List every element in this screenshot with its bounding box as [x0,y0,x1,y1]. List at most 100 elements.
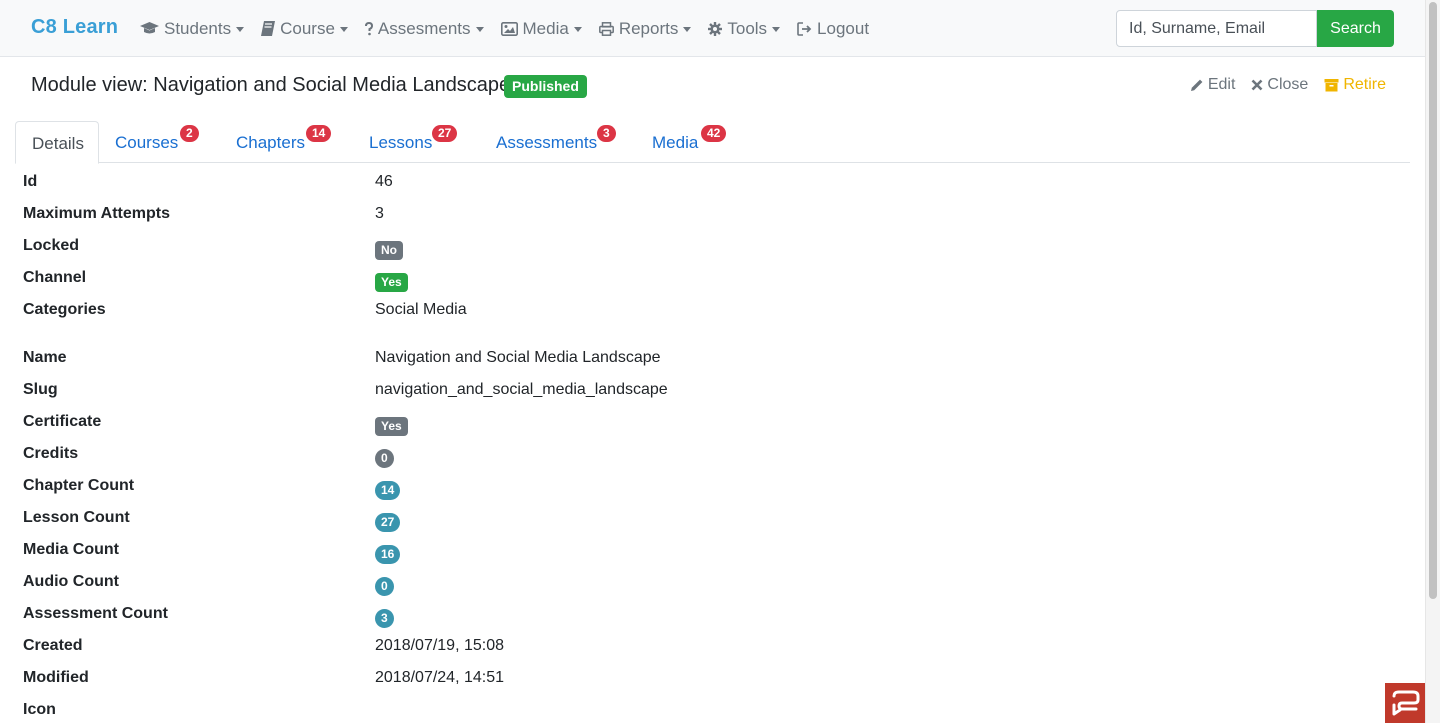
question-icon [364,21,373,35]
tab-label: Lessons [369,133,433,152]
header-actions: Edit Close Retire [1174,76,1386,94]
tab-courses[interactable]: Courses 2 [115,121,205,163]
detail-value: Social Media [375,301,467,318]
page-title: Module view: Navigation and Social Media… [31,74,511,96]
nav-item-logout[interactable]: Logout [797,19,869,39]
detail-row-assessment-count: Assessment Count 3 [23,602,1413,628]
chevron-down-icon [683,27,692,32]
tab-count-badge: 3 [597,125,616,142]
gear-icon [708,21,723,36]
detail-label: Media Count [23,541,119,558]
detail-row-categories: Categories Social Media [23,298,1413,324]
graduation-cap-icon [140,21,159,33]
pencil-icon [1190,79,1203,91]
nav-item-label: Media [522,18,569,38]
audio-count-badge: 0 [375,577,394,596]
help-chat-icon [1392,690,1420,716]
nav-item-tools[interactable]: Tools [708,18,781,39]
brand-logo[interactable]: C8 Learn [31,16,118,39]
tab-assessments[interactable]: Assessments 3 [496,121,621,163]
detail-label: Maximum Attempts [23,205,170,222]
tab-label: Media [652,133,699,152]
detail-row-certificate: Certificate Yes [23,410,1413,436]
nav-menu: Students Course Assesments Media Reports… [140,0,886,57]
detail-label: Slug [23,381,58,398]
retire-label: Retire [1343,76,1386,93]
image-icon [500,21,518,36]
detail-row-name: Name Navigation and Social Media Landsca… [23,346,1413,372]
edit-button[interactable]: Edit [1190,76,1236,94]
chevron-down-icon [772,27,781,32]
detail-row-slug: Slug navigation_and_social_media_landsca… [23,378,1413,404]
detail-row-max-attempts: Maximum Attempts 3 [23,202,1413,228]
assessment-count-badge: 3 [375,609,394,628]
detail-label: Lesson Count [23,509,130,526]
retire-button[interactable]: Retire [1324,76,1386,94]
chapter-count-badge: 14 [375,481,401,500]
detail-label: Credits [23,445,79,462]
detail-label: Assessment Count [23,605,168,622]
nav-item-students[interactable]: Students [140,18,245,39]
detail-label: Channel [23,269,87,286]
channel-badge: Yes [375,273,408,292]
close-button[interactable]: Close [1251,76,1308,94]
nav-item-label: Course [280,18,335,38]
detail-value: 3 [375,205,384,222]
nav-item-course[interactable]: Course [261,19,348,39]
sign-out-icon [797,21,812,36]
detail-row-modified: Modified 2018/07/24, 14:51 [23,666,1413,692]
detail-label: Locked [23,237,80,254]
detail-row-id: Id 46 [23,170,1413,196]
detail-value: 2018/07/24, 14:51 [375,669,505,686]
tab-label: Assessments [496,133,598,152]
help-chat-button[interactable] [1385,683,1425,723]
nav-item-assesments[interactable]: Assesments [364,18,484,39]
detail-label: Categories [23,301,106,318]
detail-row-channel: Channel Yes [23,266,1413,292]
detail-value: 2018/07/19, 15:08 [375,637,505,654]
nav-item-reports[interactable]: Reports [598,18,692,39]
detail-row-icon: Icon [23,698,1413,723]
nav-item-label: Logout [817,18,870,38]
tab-count-badge: 14 [306,125,332,142]
tab-details[interactable]: Details [15,121,99,164]
scrollbar-thumb[interactable] [1429,2,1437,599]
detail-row-lesson-count: Lesson Count 27 [23,506,1413,532]
status-badge: Published [504,75,587,98]
detail-row-created: Created 2018/07/19, 15:08 [23,634,1413,660]
detail-row-audio-count: Audio Count 0 [23,570,1413,596]
archive-icon [1324,79,1339,92]
detail-value: navigation_and_social_media_landscape [375,381,668,398]
print-icon [598,21,614,36]
tab-chapters[interactable]: Chapters 14 [236,121,336,163]
nav-item-label: Reports [618,18,679,38]
vertical-scrollbar[interactable] [1425,0,1440,723]
detail-label: Icon [23,701,56,718]
nav-item-media[interactable]: Media [500,18,582,39]
detail-label: Created [23,637,83,654]
detail-label: Audio Count [23,573,119,590]
nav-item-label: Tools [727,18,768,38]
detail-row-media-count: Media Count 16 [23,538,1413,564]
detail-row-locked: Locked No [23,234,1413,260]
search-button[interactable]: Search [1317,10,1394,47]
tab-lessons[interactable]: Lessons 27 [369,121,464,163]
credits-badge: 0 [375,449,394,468]
tab-count-badge: 2 [180,125,199,142]
detail-label: Modified [23,669,89,686]
lesson-count-badge: 27 [375,513,401,532]
certificate-badge: Yes [375,417,408,436]
nav-item-label: Assesments [377,18,471,38]
chevron-down-icon [339,27,348,32]
close-icon [1251,79,1263,91]
top-navbar: C8 Learn Students Course Assesments Medi… [0,0,1425,57]
edit-label: Edit [1207,76,1236,93]
media-count-badge: 16 [375,545,401,564]
search-input[interactable] [1116,10,1317,47]
detail-value: 46 [375,173,393,190]
detail-label: Certificate [23,413,102,430]
tab-count-badge: 42 [701,125,727,142]
tab-label: Courses [115,133,179,152]
nav-item-label: Students [164,18,232,38]
tab-media[interactable]: Media 42 [652,121,737,163]
